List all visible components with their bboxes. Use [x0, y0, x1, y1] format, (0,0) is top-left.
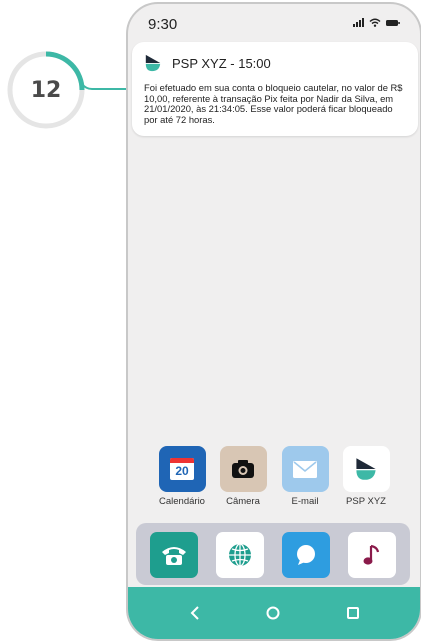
calendar-icon: 20 [158, 446, 206, 492]
globe-icon[interactable] [216, 532, 264, 578]
app-label: Calendário [159, 496, 205, 507]
status-bar: 9:30 [128, 4, 420, 42]
phone-frame: 9:30 PSP XYZ - 15:00 Foi efetuado em sua… [126, 2, 421, 641]
battery-icon [386, 19, 400, 26]
notification-card[interactable]: PSP XYZ - 15:00 Foi efetuado em sua cont… [132, 42, 418, 136]
phone-icon[interactable] [150, 532, 198, 578]
status-time: 9:30 [148, 16, 178, 33]
status-icons [353, 18, 400, 27]
app-label: E-mail [291, 496, 319, 507]
app-psp-xyz[interactable]: PSP XYZ [336, 446, 396, 507]
navigation-bar [128, 587, 420, 639]
back-icon[interactable] [183, 601, 207, 625]
recents-icon[interactable] [341, 601, 365, 625]
signal-icon [353, 18, 364, 27]
psp-logo-icon [342, 446, 390, 492]
chat-icon[interactable] [282, 532, 330, 578]
calendar-day: 20 [175, 464, 189, 478]
notification-body: Foi efetuado em sua conta o bloqueio cau… [144, 82, 403, 125]
app-calendar[interactable]: 20 Calendário [152, 446, 212, 507]
dock [136, 523, 410, 585]
step-number: 12 [30, 77, 62, 103]
app-email[interactable]: E-mail [275, 446, 335, 507]
notification-title: PSP XYZ - 15:00 [172, 56, 271, 71]
camera-icon [219, 446, 267, 492]
home-icon[interactable] [261, 601, 285, 625]
music-icon[interactable] [348, 532, 396, 578]
mail-icon [281, 446, 329, 492]
psp-logo-icon [145, 54, 161, 72]
app-camera[interactable]: Câmera [213, 446, 273, 507]
app-label: PSP XYZ [346, 496, 386, 507]
wifi-icon [369, 18, 381, 27]
app-label: Câmera [226, 496, 260, 507]
